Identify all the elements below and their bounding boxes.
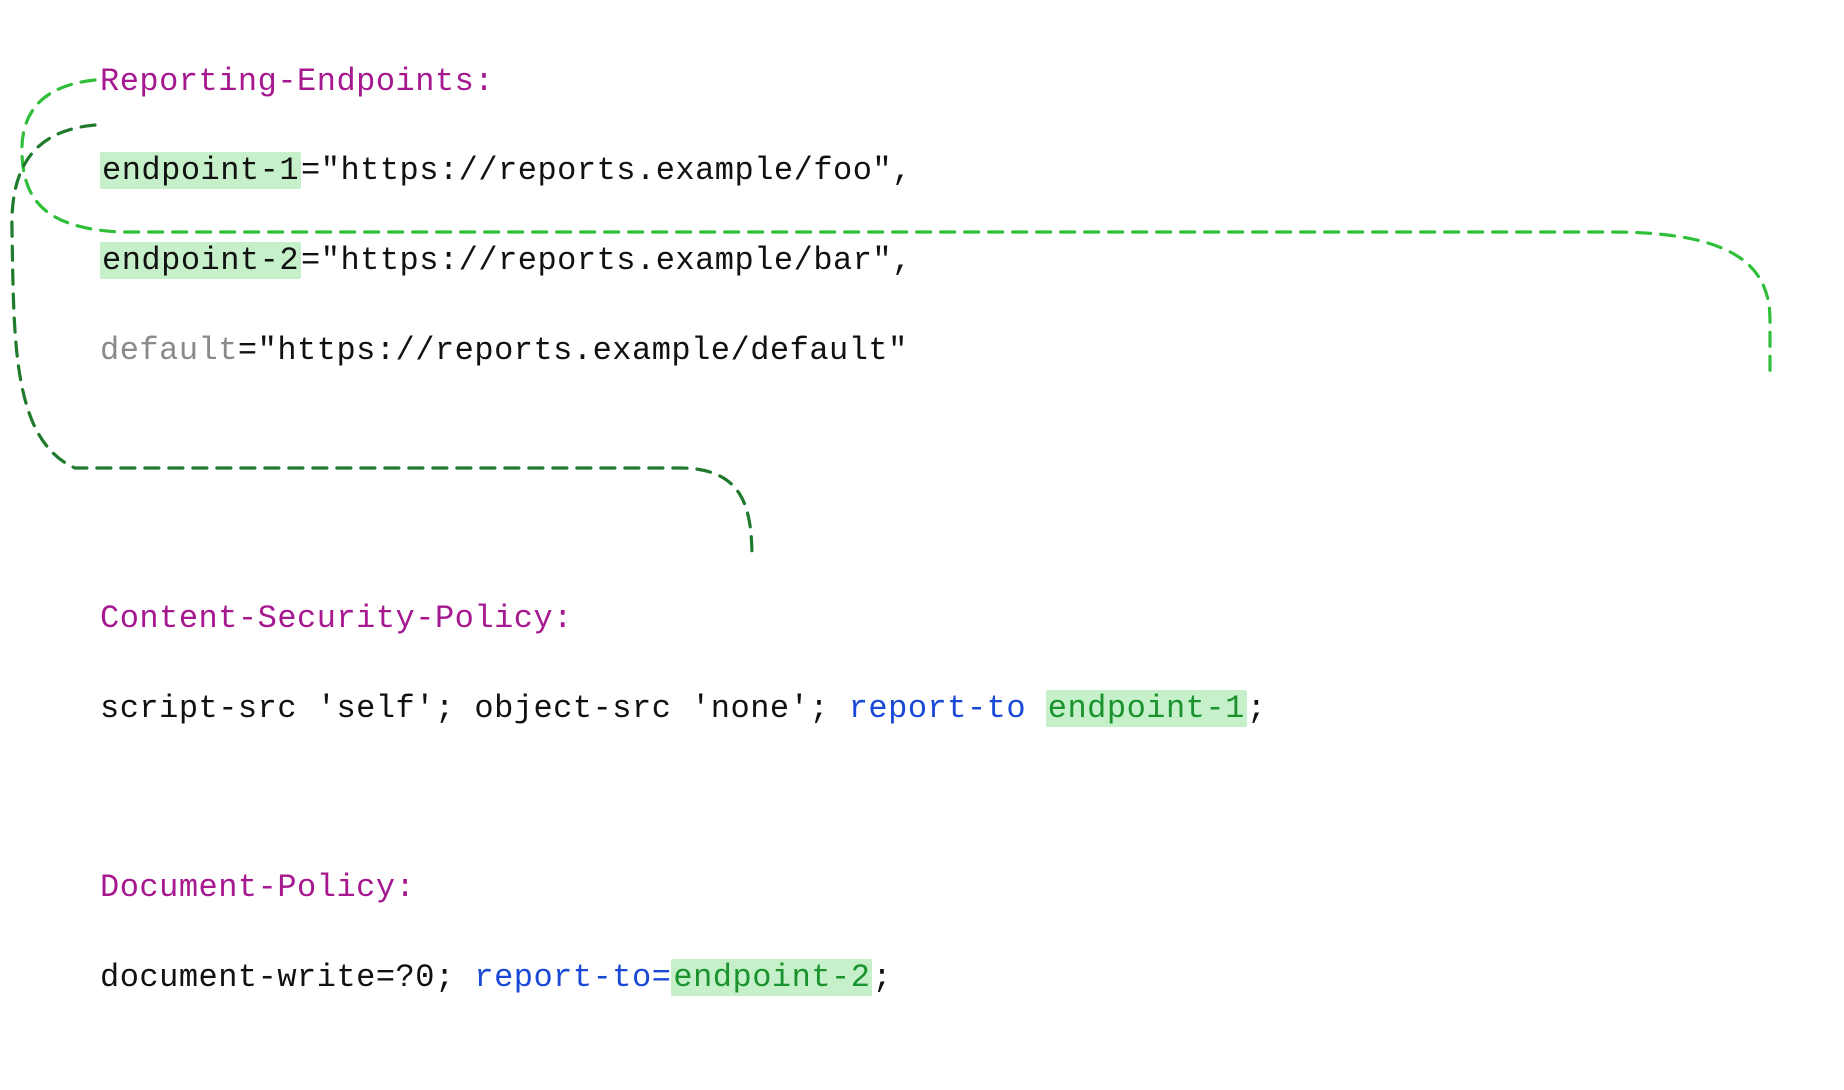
csp-tail: ; xyxy=(1247,690,1267,727)
line-doc-header: Document-Policy: xyxy=(100,866,1266,911)
header-doc-policy: Document-Policy: xyxy=(100,869,415,906)
line-reporting-header: Reporting-Endpoints: xyxy=(100,60,1266,105)
doc-tail: ; xyxy=(872,959,892,996)
blank-2 xyxy=(100,508,1266,553)
doc-report-to-keyword: report-to= xyxy=(474,959,671,996)
endpoint-2-name: endpoint-2 xyxy=(100,242,301,279)
default-url: ="https://reports.example/default" xyxy=(238,332,908,369)
line-endpoint-1: endpoint-1="https://reports.example/foo"… xyxy=(100,149,1266,194)
endpoint-1-name: endpoint-1 xyxy=(100,152,301,189)
endpoint-1-url: ="https://reports.example/foo", xyxy=(301,152,912,189)
csp-directives: script-src 'self'; object-src 'none'; xyxy=(100,690,849,727)
doc-directives: document-write=?0; xyxy=(100,959,474,996)
header-csp: Content-Security-Policy: xyxy=(100,600,573,637)
line-default: default="https://reports.example/default… xyxy=(100,329,1266,374)
csp-report-to-keyword: report-to xyxy=(849,690,1046,727)
blank-3 xyxy=(100,777,1266,822)
doc-report-target: endpoint-2 xyxy=(671,959,872,996)
csp-report-target: endpoint-1 xyxy=(1046,690,1247,727)
header-reporting-endpoints: Reporting-Endpoints: xyxy=(100,63,494,100)
line-csp-header: Content-Security-Policy: xyxy=(100,597,1266,642)
blank-1 xyxy=(100,418,1266,463)
line-csp-body: script-src 'self'; object-src 'none'; re… xyxy=(100,687,1266,732)
line-endpoint-2: endpoint-2="https://reports.example/bar"… xyxy=(100,239,1266,284)
code-block: Reporting-Endpoints: endpoint-1="https:/… xyxy=(100,15,1266,1090)
endpoint-2-url: ="https://reports.example/bar", xyxy=(301,242,912,279)
default-name: default xyxy=(100,332,238,369)
line-doc-body: document-write=?0; report-to=endpoint-2; xyxy=(100,956,1266,1001)
diagram-stage: Reporting-Endpoints: endpoint-1="https:/… xyxy=(0,0,1844,624)
